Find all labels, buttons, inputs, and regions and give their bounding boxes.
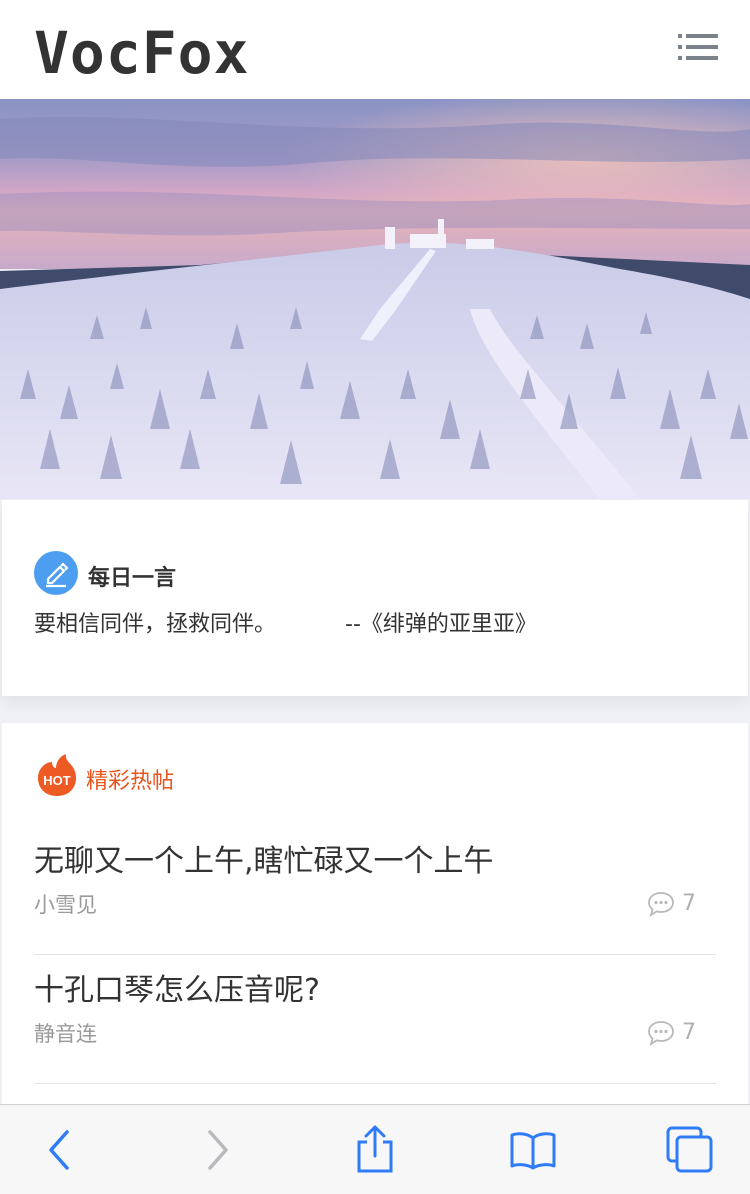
bookmarks-icon[interactable] — [498, 1105, 568, 1194]
back-icon[interactable] — [25, 1105, 95, 1194]
share-icon[interactable] — [340, 1105, 410, 1194]
post-author[interactable]: 静音连 — [34, 1019, 97, 1049]
hot-posts-title: 精彩热帖 — [86, 769, 175, 794]
post-item[interactable]: 十孔口琴怎么压音呢? 静音连 7 — [34, 955, 716, 1084]
post-item[interactable]: 无聊又一个上午,瞎忙碌又一个上午 小雪见 7 — [34, 826, 716, 955]
browser-toolbar — [0, 1104, 750, 1194]
post-title[interactable]: 十孔口琴怎么压音呢? — [34, 969, 320, 1013]
site-logo[interactable]: VocFox — [34, 18, 250, 88]
pencil-icon — [34, 551, 78, 595]
tabs-icon[interactable] — [655, 1105, 725, 1194]
daily-quote-title: 每日一言 — [88, 566, 177, 591]
comment-count: 7 — [682, 1020, 696, 1045]
post-author[interactable]: 小雪见 — [34, 890, 97, 920]
post-comments: 7 — [646, 889, 696, 919]
daily-quote-source: --《绯弹的亚里亚》 — [345, 612, 537, 637]
post-title[interactable]: 无聊又一个上午,瞎忙碌又一个上午 — [34, 840, 494, 884]
hot-flame-icon: HOT — [36, 752, 78, 798]
daily-quote-card: 每日一言 要相信同伴，拯救同伴。 --《绯弹的亚里亚》 — [2, 500, 748, 696]
post-comments: 7 — [646, 1018, 696, 1048]
list-menu-icon[interactable] — [676, 30, 720, 64]
svg-text:HOT: HOT — [43, 773, 71, 788]
forward-icon[interactable] — [182, 1105, 252, 1194]
comment-bubble-icon — [648, 1021, 674, 1046]
comment-bubble-icon — [648, 892, 674, 917]
comment-count: 7 — [682, 891, 696, 916]
hero-banner-image — [0, 99, 750, 499]
daily-quote-text: 要相信同伴，拯救同伴。 — [34, 612, 277, 637]
site-header: VocFox — [0, 0, 750, 99]
